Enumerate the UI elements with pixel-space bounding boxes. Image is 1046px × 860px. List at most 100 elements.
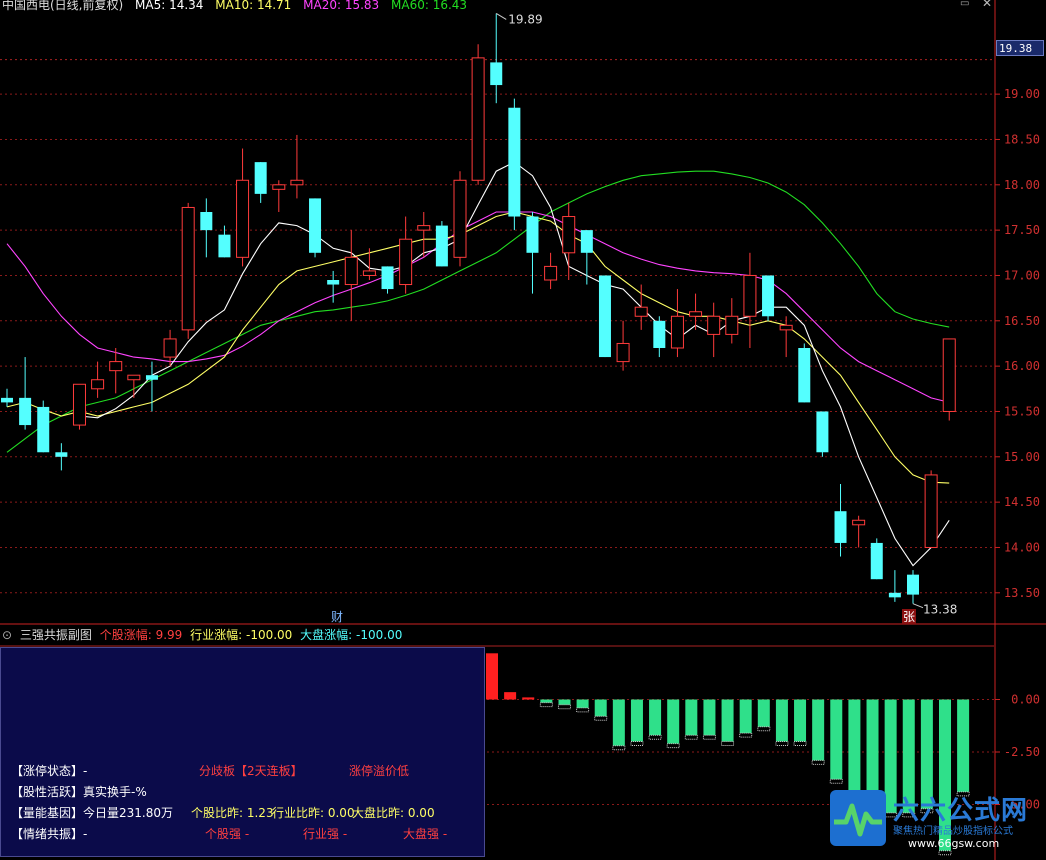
- candle-body: [471, 57, 485, 181]
- expand-icon[interactable]: ▭: [960, 0, 974, 9]
- resonance-bar-shadow: [557, 704, 571, 710]
- candle-body: [779, 324, 793, 331]
- candle-body: [181, 206, 195, 331]
- resonance-bar-neg: [594, 699, 607, 717]
- price-tick-label: 16.00: [1004, 359, 1040, 373]
- resonance-bar-neg: [830, 699, 843, 780]
- resonance-bar-shadow: [630, 741, 644, 746]
- resonance-bar-shadow: [757, 726, 771, 732]
- candlestick-chart[interactable]: 13.50 14.00 14.50 15.00 15.50 16.00 16.50 17.00…: [0, 0, 1046, 625]
- resonance-bar: [612, 699, 626, 751]
- resonance-bar: [829, 699, 843, 784]
- candle-body: [707, 315, 721, 335]
- stock-volume-ratio: 个股比昨: 1.23: [191, 806, 274, 820]
- ma10-legend: MA10: 14.71: [215, 0, 292, 12]
- resonance-bar-neg: [721, 699, 734, 742]
- candle-body: [544, 265, 558, 281]
- candle-body: [924, 474, 938, 548]
- price-tick-label: 14.50: [1004, 495, 1040, 509]
- resonance-bar-pos: [504, 692, 517, 700]
- candle-body: [942, 338, 956, 412]
- candle-body: [870, 542, 883, 580]
- candle-body: [236, 179, 250, 258]
- market-volume-ratio: 大盘比昨: 0.00: [352, 806, 435, 820]
- resonance-bar: [522, 697, 535, 700]
- candle-body: [508, 107, 521, 217]
- turnover-row: 【股性活跃】真实换手-%: [11, 785, 147, 799]
- resonance-bar-shadow: [721, 741, 735, 746]
- chart-header: 中国西电(日线,前复权) MA5: 14.34 MA10: 14.71 MA20…: [2, 0, 475, 13]
- resonance-bar-neg: [794, 699, 807, 742]
- site-logo-icon: [830, 790, 886, 846]
- limit-status-label: 【涨停状态】-: [11, 764, 88, 778]
- resonance-bar-shadow: [612, 745, 626, 751]
- resonance-bar-neg: [576, 699, 589, 708]
- price-tick-label: 18.50: [1004, 132, 1040, 146]
- candle-body: [344, 256, 358, 286]
- candle-body: [254, 162, 267, 194]
- resonance-bar-neg: [866, 699, 879, 803]
- resonance-bar-neg: [812, 699, 825, 761]
- candle-body: [907, 574, 919, 595]
- candle-body: [91, 379, 105, 390]
- resonance-bar: [648, 699, 662, 740]
- volume-row: 【量能基因】今日量231.80万: [11, 806, 173, 820]
- price-tick-label: 18.00: [1004, 178, 1040, 192]
- resonance-bar: [739, 699, 753, 738]
- resonance-bar: [702, 699, 716, 740]
- resonance-bar-shadow: [811, 759, 825, 765]
- resonance-bar-shadow: [539, 702, 553, 708]
- resonance-bar: [576, 699, 590, 713]
- candle-body: [109, 361, 123, 372]
- resonance-bar-neg: [612, 699, 625, 746]
- price-tick-label: 16.50: [1004, 314, 1040, 328]
- limit-status-value: 分歧板【2天连板】: [199, 764, 303, 778]
- resonance-bar-shadow: [739, 732, 753, 738]
- candle-body: [689, 311, 703, 317]
- candle-down: [309, 198, 322, 258]
- resonance-bar: [811, 699, 825, 765]
- sub-tick-label: 0.00: [1011, 693, 1040, 707]
- resonance-bar-shadow: [576, 707, 590, 713]
- candle-body: [127, 374, 141, 381]
- candle-body: [725, 315, 739, 335]
- resonance-bar-shadow: [938, 850, 952, 856]
- stock-strong: 个股强 -: [205, 827, 250, 841]
- candle-body: [19, 397, 32, 426]
- resonance-bar-shadow: [648, 734, 662, 740]
- resonance-bar: [684, 699, 698, 740]
- finance-event-marker: 财: [331, 610, 343, 624]
- candle-body: [399, 238, 413, 286]
- limit-up-marker: 张: [903, 610, 915, 624]
- candle-body: [526, 216, 539, 253]
- candle-body: [653, 320, 666, 348]
- resonance-bar: [956, 699, 970, 797]
- resonance-bar-neg: [630, 699, 643, 742]
- candle-body: [634, 306, 648, 317]
- resonance-bar: [775, 699, 789, 746]
- candle-up: [453, 171, 467, 267]
- price-tick-label: 19.00: [1004, 87, 1040, 101]
- close-icon[interactable]: ✕: [982, 0, 992, 10]
- candle-body: [580, 230, 593, 253]
- resonance-bar-neg: [757, 699, 770, 727]
- sentiment-row: 【情绪共振】-: [11, 827, 88, 841]
- high-label: 19.89: [508, 12, 542, 26]
- price-tick-label: 17.00: [1004, 268, 1040, 282]
- resonance-bar-shadow: [702, 734, 716, 740]
- stock-chart-window: 13.50 14.00 14.50 15.00 15.50 16.00 16.50 17.00…: [0, 0, 1046, 860]
- low-label: 13.38: [923, 603, 957, 617]
- candle-body: [362, 270, 376, 276]
- ma5-legend: MA5: 14.34: [135, 0, 204, 12]
- candle-down: [598, 275, 611, 358]
- resonance-bar-neg: [649, 699, 662, 736]
- resonance-bar: [594, 699, 608, 721]
- candle-body: [798, 348, 811, 403]
- market-strong: 大盘强 -: [403, 827, 448, 841]
- candle-body: [852, 519, 866, 526]
- current-price-tag: 19.38: [996, 40, 1044, 56]
- resonance-bar-shadow: [666, 743, 680, 749]
- price-tick-label: 15.50: [1004, 404, 1040, 418]
- candle-up: [181, 202, 195, 339]
- candle-up: [471, 44, 485, 185]
